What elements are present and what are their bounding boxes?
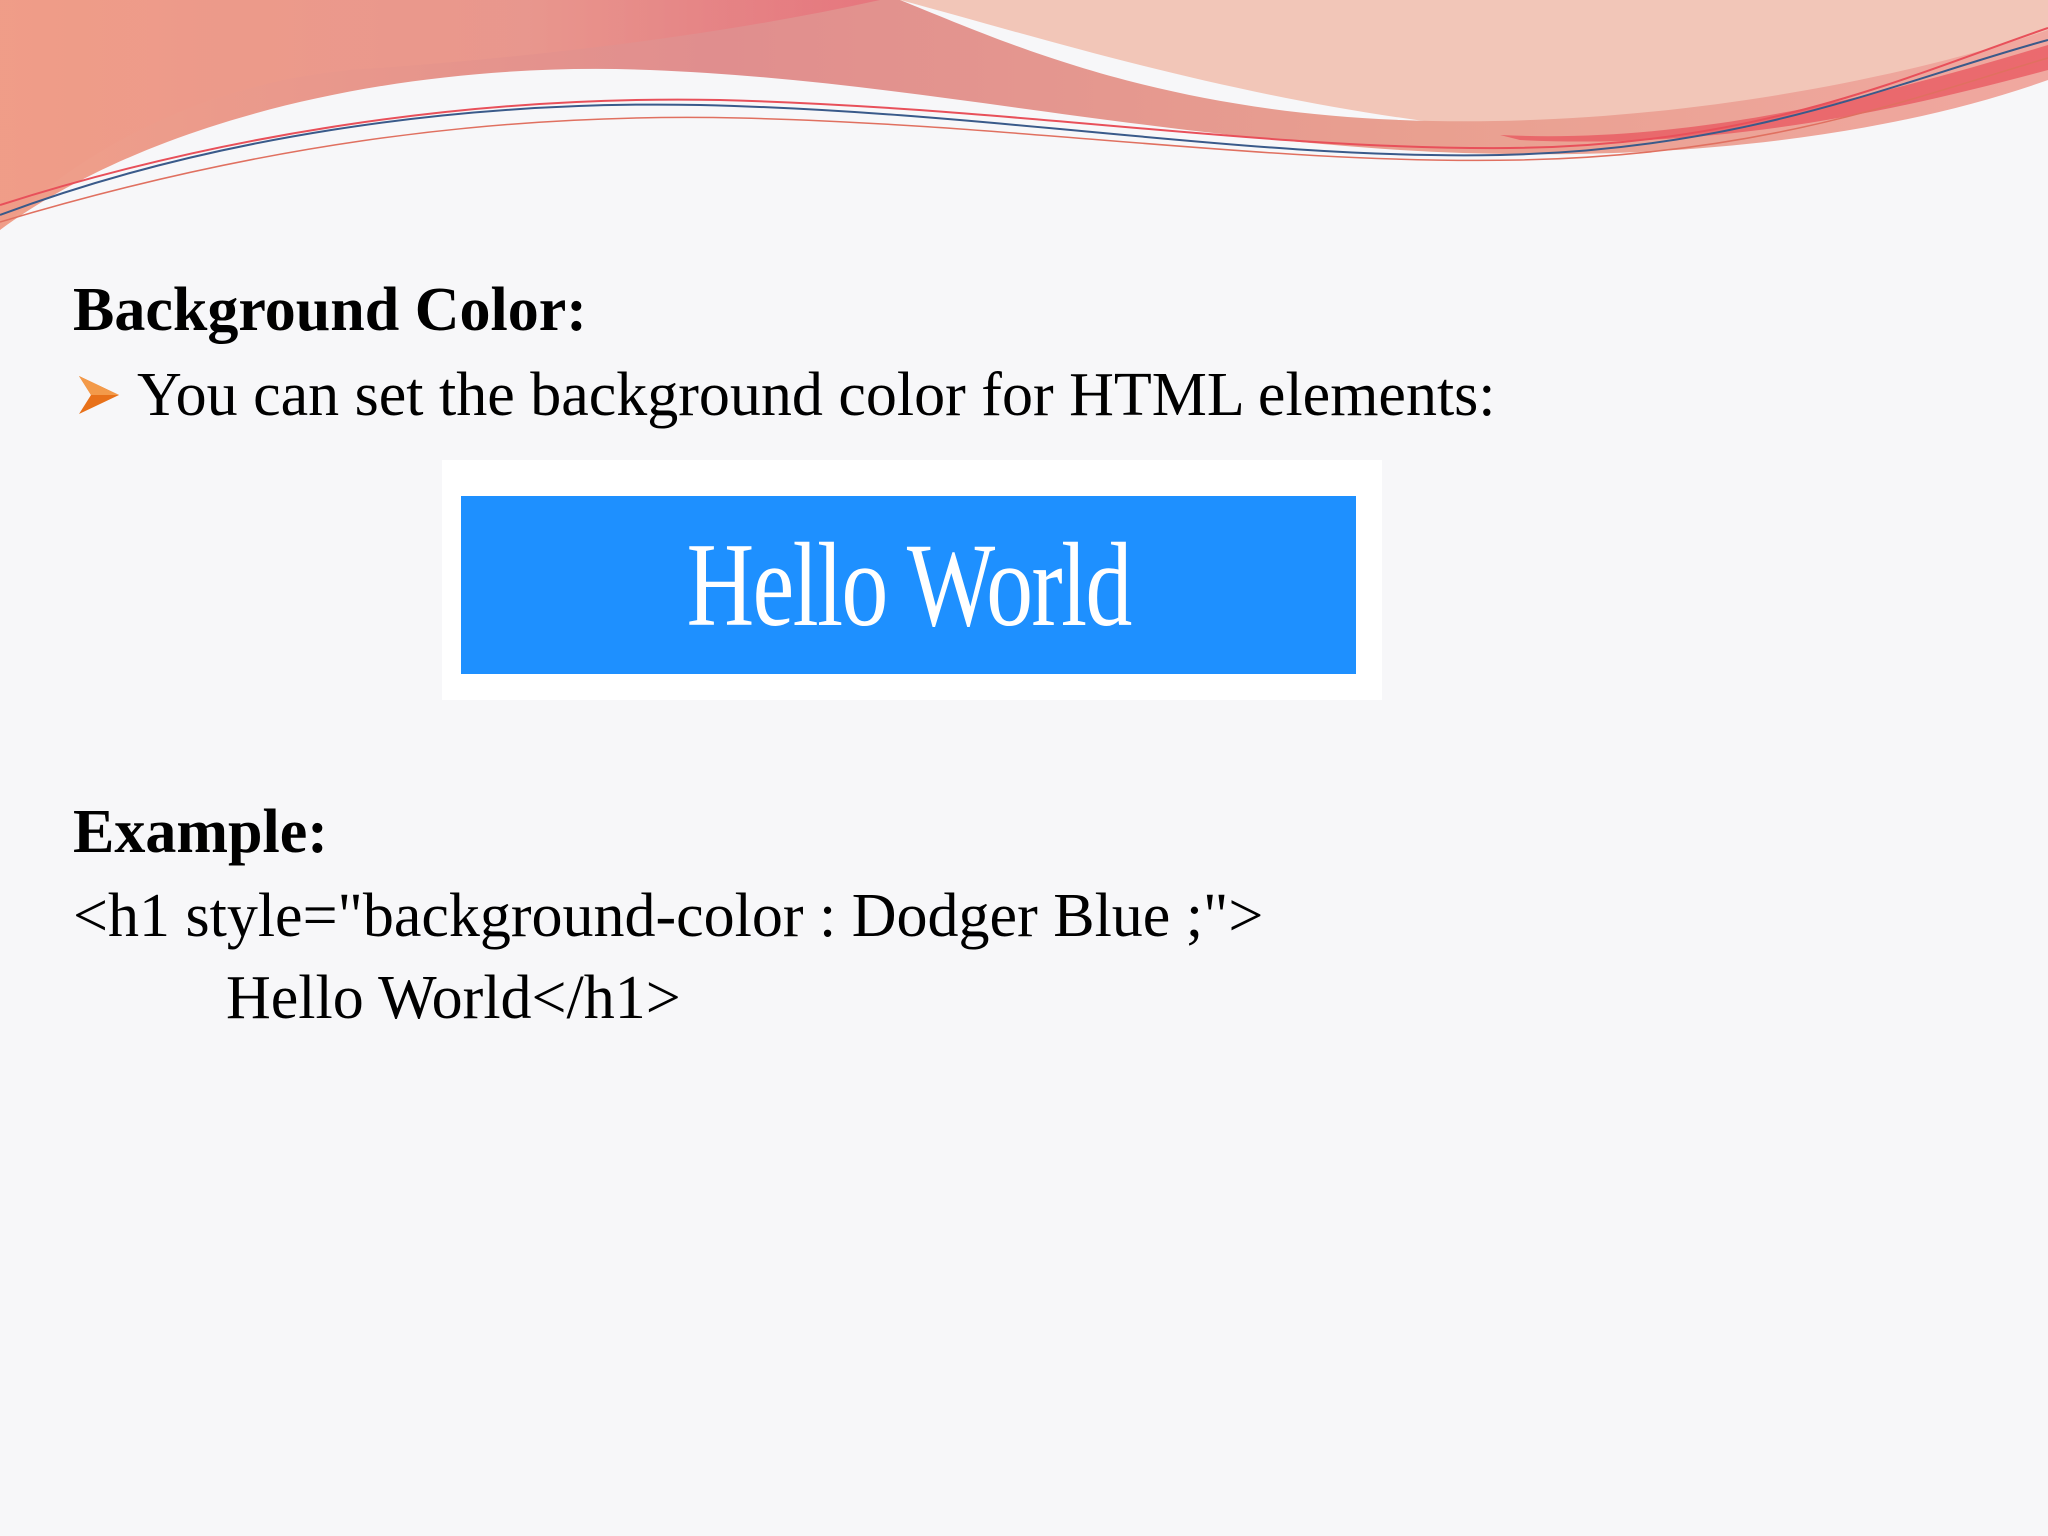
demo-text: Hello World <box>686 518 1132 651</box>
arrow-bullet-icon <box>73 370 125 420</box>
example-label: Example: <box>73 798 328 866</box>
code-line: Hello World</h1> <box>226 964 681 1032</box>
decorative-top-wave <box>0 0 2048 230</box>
bullet-item: You can set the background color for HTM… <box>73 355 1496 435</box>
slide-heading: Background Color: <box>73 276 587 344</box>
code-line: <h1 style="background-color : Dodger Blu… <box>73 882 1264 950</box>
slide: Background Color: You can set the backgr… <box>0 0 2048 1536</box>
demo-image: Hello World <box>442 460 1382 700</box>
bullet-text: You can set the background color for HTM… <box>137 361 1496 429</box>
demo-banner: Hello World <box>461 496 1356 674</box>
